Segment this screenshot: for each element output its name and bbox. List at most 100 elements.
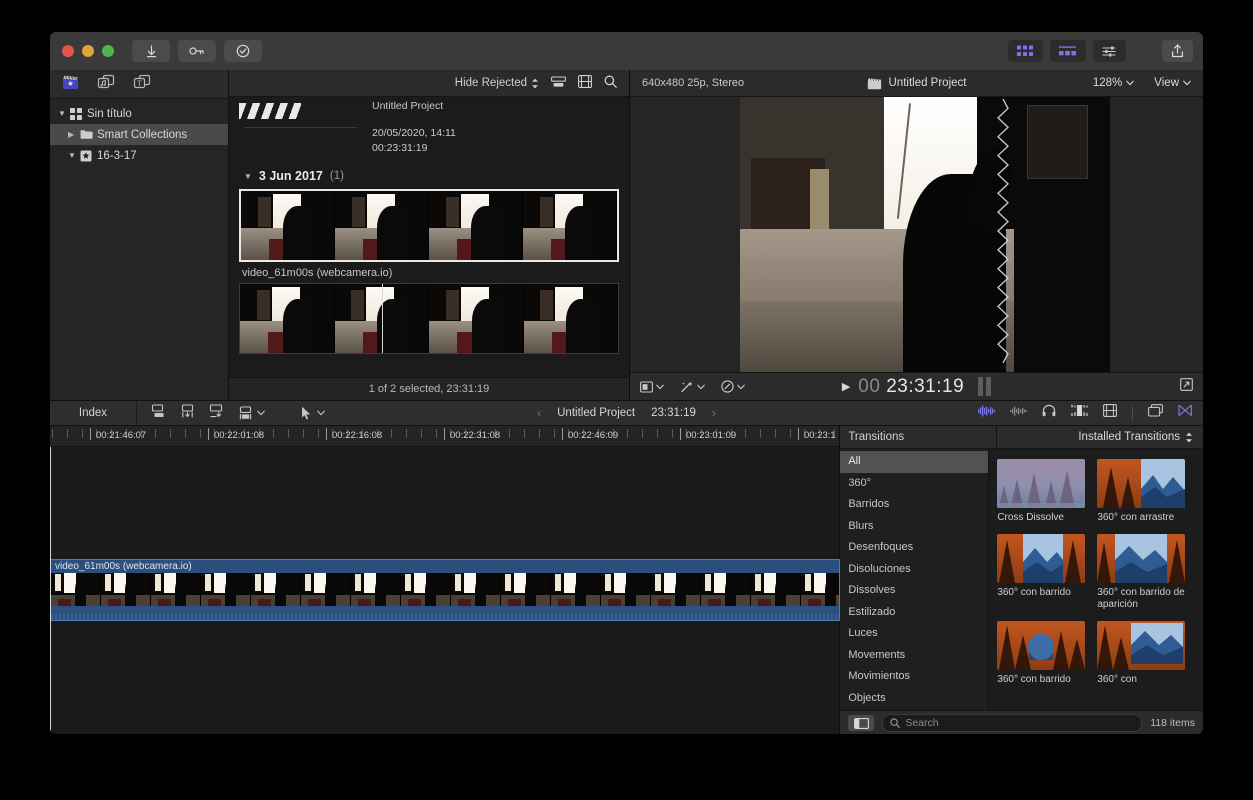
timeline-right-tools (978, 404, 1203, 422)
transition-category-item[interactable]: All (840, 451, 989, 473)
transition-item[interactable]: 360° con (1097, 621, 1186, 686)
viewer-stage[interactable] (630, 97, 1203, 372)
transition-item[interactable]: Cross Dissolve (997, 459, 1086, 524)
transition-thumbnail (997, 621, 1086, 670)
viewer-display-options-button[interactable] (640, 380, 664, 393)
timeline-playhead[interactable] (50, 447, 51, 734)
transitions-search-placeholder: Search (905, 717, 939, 729)
rating-button[interactable] (224, 40, 262, 62)
chevron-down-icon (1183, 80, 1191, 86)
clip-frame (429, 284, 524, 353)
timeline-icon (1059, 45, 1076, 55)
transition-item[interactable]: 360° con barrido (997, 621, 1086, 686)
libraries-icon[interactable] (62, 74, 79, 95)
timeline-filmstrip-frame (501, 573, 551, 606)
transition-category-item[interactable]: Dissolves (840, 580, 988, 602)
transition-category-item[interactable]: Desenfoques (840, 537, 988, 559)
show-timeline-button[interactable] (1050, 40, 1086, 62)
transition-category-item[interactable]: Blurs (840, 516, 988, 538)
transition-category-item[interactable]: 360° (840, 473, 988, 495)
transition-category-item[interactable]: Movements (840, 645, 988, 667)
browser-header: Hide Rejected (229, 70, 629, 97)
hide-effects-icon[interactable] (1178, 404, 1193, 422)
back-chevron-icon[interactable]: ‹ (537, 406, 541, 420)
show-browser-button[interactable] (1008, 40, 1043, 62)
timeline-filmstrip-frame (251, 573, 301, 606)
ruler-major-tick (680, 428, 681, 440)
viewer-fullscreen-button[interactable] (1180, 377, 1193, 396)
ruler-tick (184, 429, 186, 438)
disclosure-triangle-down-icon[interactable]: ▼ (68, 151, 80, 160)
disclosure-triangle-down-icon[interactable]: ▼ (244, 172, 252, 181)
toggle-sidebar-button[interactable] (848, 715, 875, 731)
headphones-icon[interactable] (1042, 404, 1056, 422)
sidebar-item-library[interactable]: ▼ Sin título (50, 103, 228, 124)
waveform-icon[interactable] (1010, 404, 1028, 422)
transition-item[interactable]: 360° con barrido de aparición (1097, 534, 1186, 611)
project-clip-title: Untitled Project (372, 100, 444, 112)
transitions-footer: Search 118 items (840, 710, 1203, 734)
transition-category-item[interactable]: Estilizado (840, 602, 988, 624)
ruler-tick (671, 429, 673, 438)
transitions-panel-title: Transitions (840, 426, 998, 448)
project-clip-row[interactable]: Untitled Project 20/05/2020, 14:11 00:23… (239, 97, 619, 156)
retime-button[interactable] (721, 380, 745, 393)
transition-item[interactable]: 360° con arrastre (1097, 459, 1186, 524)
skimming-icon[interactable] (1071, 404, 1089, 422)
zoom-button[interactable] (102, 45, 114, 57)
minimize-button[interactable] (82, 45, 94, 57)
show-inspector-button[interactable] (1093, 40, 1126, 62)
keywords-button[interactable] (178, 40, 216, 62)
clip-frame (523, 191, 617, 260)
viewer-bar-left (640, 380, 745, 393)
titles-generators-icon[interactable]: T (133, 74, 151, 95)
search-icon[interactable] (604, 75, 617, 91)
transition-category-item[interactable]: Disoluciones (840, 559, 988, 581)
timeline-clip[interactable]: video_61m00s (webcamera.io) (50, 559, 840, 621)
installed-transitions-menu[interactable]: Installed Transitions (997, 426, 1203, 448)
toolbar-divider (1132, 405, 1133, 421)
transitions-search-field[interactable]: Search (882, 714, 1143, 732)
browser-clip-second[interactable] (239, 283, 619, 354)
enhancements-button[interactable] (680, 381, 705, 393)
transition-item[interactable]: 360° con barrido (997, 534, 1086, 611)
transition-category-item[interactable]: Movimientos (840, 666, 988, 688)
import-media-button[interactable] (132, 40, 170, 62)
browser-status-bar: 1 of 2 selected, 23:31:19 (229, 377, 629, 400)
transition-category-item[interactable]: Objects (840, 688, 988, 710)
audio-meters-icon[interactable] (978, 404, 996, 422)
viewer-view-label: View (1154, 77, 1179, 89)
viewer-right-controls: 128% View (1093, 77, 1191, 89)
transition-label: 360° con barrido de aparición (1097, 587, 1185, 610)
disclosure-triangle-right-icon[interactable]: ▶ (68, 130, 80, 139)
clip-frame (241, 191, 335, 260)
speedometer-icon (721, 380, 734, 393)
timeline-canvas[interactable]: video_61m00s (webcamera.io) (50, 447, 840, 734)
window-layout-icon[interactable] (1148, 404, 1163, 422)
transition-category-item[interactable]: Barridos (840, 494, 988, 516)
clip-appearance-icon[interactable] (1103, 404, 1117, 422)
ruler-tick (774, 429, 776, 438)
sidebar-item-smart-collections[interactable]: ▶ Smart Collections (50, 124, 228, 145)
list-view-icon[interactable] (551, 75, 566, 91)
filmstrip-view-icon[interactable] (578, 75, 592, 91)
viewer-timecode-value: 23:31:19 (886, 375, 965, 397)
ruler-tick (199, 429, 201, 438)
close-button[interactable] (62, 45, 74, 57)
date-group-header[interactable]: ▼ 3 Jun 2017 (1) (244, 169, 619, 183)
hide-rejected-menu[interactable]: Hide Rejected (455, 77, 539, 89)
transition-category-item[interactable]: Luces (840, 623, 988, 645)
photos-audio-icon[interactable] (97, 74, 115, 95)
browser-clip-selected[interactable] (239, 189, 619, 262)
share-button[interactable] (1162, 40, 1193, 62)
viewer-zoom-menu[interactable]: 128% (1093, 77, 1135, 89)
timeline-ruler[interactable]: 00:21:46:07 00:22:01:08 00:22:16:08 00:22:3… (50, 426, 840, 447)
disclosure-triangle-down-icon[interactable]: ▼ (58, 109, 70, 118)
sidebar-item-event[interactable]: ▼ 16-3-17 (50, 145, 228, 166)
ruler-timecode-label: 00:22:46:09 (568, 430, 619, 441)
sidebar-toggle-icon (853, 717, 869, 729)
ruler-tick (760, 429, 761, 438)
window-controls (62, 45, 114, 57)
viewer-view-menu[interactable]: View (1154, 77, 1191, 89)
forward-chevron-icon[interactable]: › (712, 406, 716, 420)
